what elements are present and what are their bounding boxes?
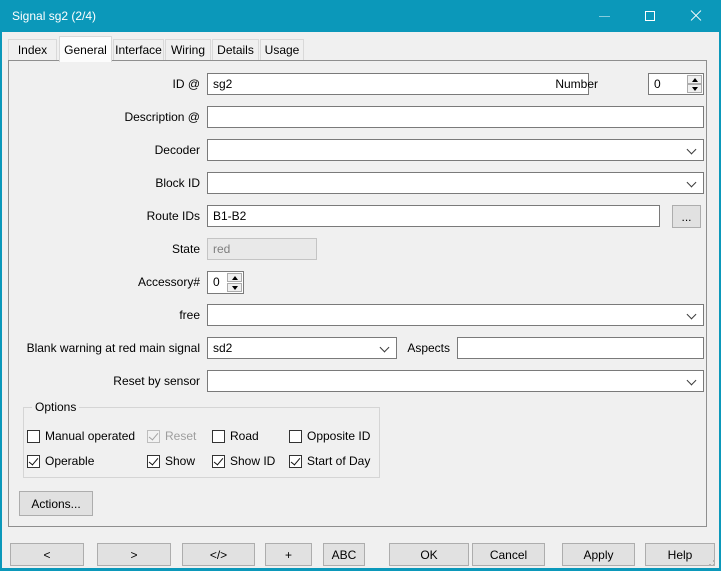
number-value: 0 [654,74,661,94]
actions-button[interactable]: Actions... [19,491,93,516]
prev-button[interactable]: < [10,543,84,566]
block-id-combobox[interactable] [207,172,704,194]
free-label: free [22,304,200,326]
checkbox-show-id[interactable]: Show ID [212,454,275,468]
tab-index[interactable]: Index [8,39,57,61]
checkbox-manual-operated[interactable]: Manual operated [27,429,135,443]
options-group-title: Options [32,400,79,414]
route-ids-browse-button[interactable]: ... [672,205,701,228]
checkbox-icon [289,455,302,468]
free-combobox[interactable] [207,304,704,326]
id-input[interactable] [207,73,589,95]
arrow-down-icon [692,87,698,91]
checkbox-icon [147,430,160,443]
ok-button[interactable]: OK [389,543,469,566]
number-spin-down-button[interactable] [687,84,702,93]
number-spin-up-button[interactable] [687,75,702,84]
window-title: Signal sg2 (2/4) [12,0,96,32]
chevron-down-icon [687,310,697,320]
state-input [207,238,317,260]
chevron-down-icon [687,178,697,188]
blank-warning-label: Blank warning at red main signal [22,337,200,359]
number-label: Number [550,73,598,95]
chevron-down-icon [380,343,390,353]
tab-wiring[interactable]: Wiring [165,39,211,61]
decoder-label: Decoder [22,139,200,161]
maximize-button[interactable] [627,0,673,32]
state-label: State [22,238,200,260]
blank-warning-value: sd2 [213,338,232,358]
checkbox-operable[interactable]: Operable [27,454,94,468]
tab-usage[interactable]: Usage [260,39,304,61]
aspects-input[interactable] [457,337,704,359]
tab-details[interactable]: Details [212,39,259,61]
close-icon [690,10,702,22]
arrow-up-icon [692,78,698,82]
checkbox-icon [212,455,225,468]
accessory-spin-down-button[interactable] [227,283,242,292]
accessory-spin-up-button[interactable] [227,273,242,282]
minimize-icon [599,16,610,17]
checkbox-icon [289,430,302,443]
blank-warning-combobox[interactable]: sd2 [207,337,397,359]
route-ids-input[interactable] [207,205,660,227]
decoder-combobox[interactable] [207,139,704,161]
arrow-up-icon [232,276,238,280]
accessory-value: 0 [213,272,220,292]
maximize-icon [645,11,655,21]
apply-button[interactable]: Apply [562,543,635,566]
description-label: Description @ [22,106,200,128]
checkbox-opposite-id[interactable]: Opposite ID [289,429,370,443]
minimize-button[interactable] [581,0,627,32]
aspects-label: Aspects [402,337,450,359]
number-spinner[interactable]: 0 [648,73,704,95]
checkbox-show[interactable]: Show [147,454,195,468]
checkbox-icon [27,455,40,468]
checkbox-icon [27,430,40,443]
cancel-button[interactable]: Cancel [472,543,545,566]
add-button[interactable]: + [265,543,312,566]
id-label: ID @ [22,73,200,95]
reset-by-sensor-combobox[interactable] [207,370,704,392]
chevron-down-icon [687,376,697,386]
checkbox-icon [147,455,160,468]
checkbox-icon [212,430,225,443]
arrow-down-icon [232,286,238,290]
title-bar[interactable]: Signal sg2 (2/4) [2,0,719,32]
dialog-window: Signal sg2 (2/4) Index General Interface… [0,0,721,571]
code-button[interactable]: </> [182,543,255,566]
block-id-label: Block ID [22,172,200,194]
description-input[interactable] [207,106,704,128]
checkbox-road[interactable]: Road [212,429,259,443]
tab-interface[interactable]: Interface [113,39,164,61]
accessory-label: Accessory# [22,271,200,293]
abc-button[interactable]: ABC [323,543,365,566]
close-button[interactable] [673,0,719,32]
route-ids-label: Route IDs [22,205,200,227]
tab-general[interactable]: General [59,36,112,62]
chevron-down-icon [687,145,697,155]
checkbox-reset: Reset [147,429,196,443]
reset-by-sensor-label: Reset by sensor [22,370,200,392]
resize-grip[interactable] [705,556,715,566]
checkbox-start-of-day[interactable]: Start of Day [289,454,370,468]
next-button[interactable]: > [97,543,171,566]
accessory-spinner[interactable]: 0 [207,271,244,294]
